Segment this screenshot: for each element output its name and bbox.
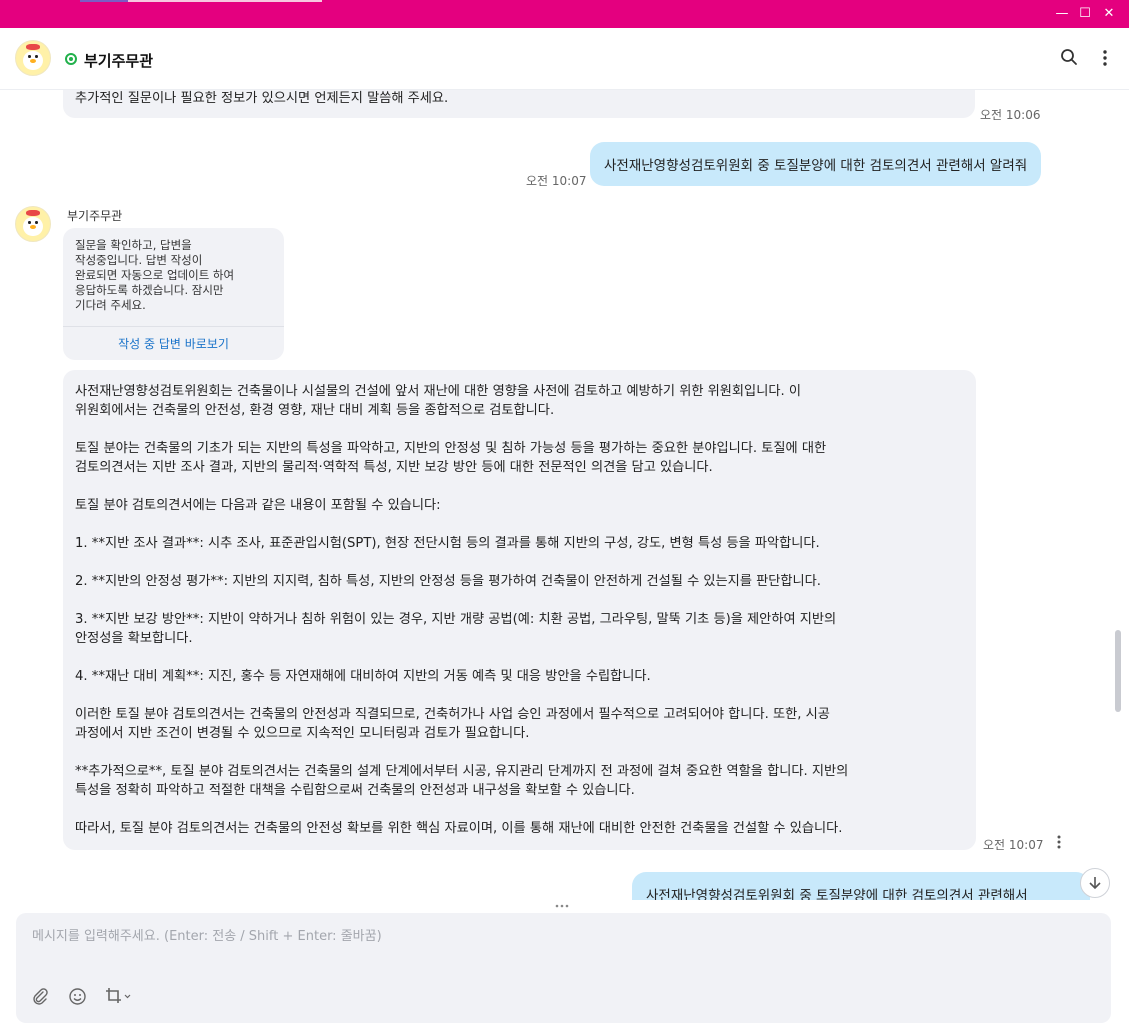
- pending-answer-card: 질문을 확인하고, 답변을 작성중입니다. 답변 작성이 완료되면 자동으로 업…: [63, 228, 284, 360]
- search-icon[interactable]: [1059, 48, 1079, 68]
- titlebar-tab-indicator-2: [128, 0, 322, 2]
- crop-icon[interactable]: [104, 987, 134, 1011]
- minimize-button[interactable]: —: [1053, 5, 1071, 23]
- pending-text: 질문을 확인하고, 답변을 작성중입니다. 답변 작성이 완료되면 자동으로 업…: [75, 238, 235, 312]
- message-time: 오전 10:07: [526, 174, 587, 188]
- bow-shape: [26, 209, 40, 216]
- scrollbar-thumb[interactable]: [1115, 630, 1121, 712]
- more-vertical-icon[interactable]: [1095, 48, 1115, 68]
- view-draft-answer-link[interactable]: 작성 중 답변 바로보기: [63, 326, 284, 360]
- online-status-icon: [65, 53, 77, 65]
- message-bubble-bot: 추가적인 질문이나 필요한 정보가 있으시면 언제든지 말씀해 주세요.: [63, 90, 975, 118]
- avatar[interactable]: [15, 40, 51, 76]
- eye-shape: [28, 220, 31, 224]
- resize-handle[interactable]: [554, 898, 570, 913]
- message-time: 오전 10:06: [980, 108, 1041, 122]
- message-composer: [16, 913, 1111, 1023]
- message-bubble-bot: 사전재난영향성검토위원회는 건축물이나 시설물의 건설에 앞서 재난에 대한 영…: [63, 370, 976, 850]
- message-bubble-user: 사전재난영향성검토위원회 중 토질분양에 대한 검토의견서 관련해서: [632, 872, 1090, 900]
- message-text: 추가적인 질문이나 필요한 정보가 있으시면 언제든지 말씀해 주세요.: [75, 91, 449, 106]
- eye-shape: [35, 54, 38, 58]
- avatar[interactable]: [15, 206, 51, 242]
- window-titlebar: — ☐ ✕: [0, 0, 1129, 28]
- maximize-button[interactable]: ☐: [1076, 5, 1094, 23]
- eye-shape: [28, 54, 31, 58]
- message-input[interactable]: [32, 929, 1092, 944]
- page-title: 부기주무관: [84, 52, 154, 70]
- sender-name: 부기주무관: [67, 209, 123, 223]
- chat-message-list[interactable]: 추가적인 질문이나 필요한 정보가 있으시면 언제든지 말씀해 주세요. 오전 …: [0, 90, 1129, 900]
- close-button[interactable]: ✕: [1100, 5, 1118, 23]
- message-time: 오전 10:07: [983, 838, 1044, 852]
- eye-shape: [35, 220, 38, 224]
- scroll-down-button[interactable]: [1080, 868, 1110, 898]
- chat-header: [0, 28, 1129, 90]
- paperclip-icon[interactable]: [28, 987, 52, 1011]
- bow-shape: [26, 43, 40, 50]
- message-more-icon[interactable]: [1052, 834, 1066, 854]
- emoji-icon[interactable]: [65, 987, 89, 1011]
- message-text: 사전재난영향성검토위원회는 건축물이나 시설물의 건설에 앞서 재난에 대한 영…: [75, 384, 849, 836]
- message-bubble-user: 사전재난영향성검토위원회 중 토질분양에 대한 검토의견서 관련해서 알려줘: [590, 142, 1042, 186]
- titlebar-tab-indicator: [80, 0, 128, 2]
